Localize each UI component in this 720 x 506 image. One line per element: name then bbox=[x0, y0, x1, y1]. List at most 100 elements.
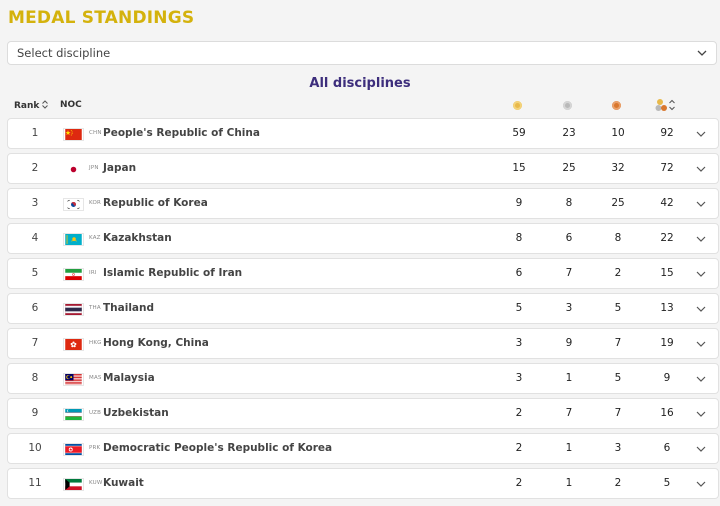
rank-cell: 6 bbox=[31, 302, 39, 314]
gold-count: 9 bbox=[515, 197, 523, 209]
bronze-count: 2 bbox=[614, 477, 622, 489]
chevron-down-icon[interactable] bbox=[696, 270, 706, 278]
flag-jpn-icon bbox=[63, 163, 84, 176]
rank-cell: 5 bbox=[31, 267, 39, 279]
total-count: 16 bbox=[660, 407, 674, 419]
silver-count: 3 bbox=[565, 302, 573, 314]
silver-count: 25 bbox=[562, 162, 576, 174]
noc-code: IRI bbox=[89, 270, 97, 276]
gold-count: 3 bbox=[515, 337, 523, 349]
section-title: All disciplines bbox=[309, 76, 411, 91]
table-row[interactable]: 9 UZB Uzbekistan 2 7 7 16 bbox=[7, 398, 719, 429]
sort-icon bbox=[42, 100, 49, 109]
chevron-down-icon[interactable] bbox=[696, 375, 706, 383]
gold-count: 2 bbox=[515, 442, 523, 454]
standings-list: 1 CHN People's Republic of China 59 23 1… bbox=[7, 118, 719, 503]
silver-count: 1 bbox=[565, 442, 573, 454]
table-row[interactable]: 6 THA Thailand 5 3 5 13 bbox=[7, 293, 719, 324]
total-count: 72 bbox=[660, 162, 674, 174]
noc-header: NOC bbox=[60, 100, 82, 110]
noc-code: KUW bbox=[89, 480, 103, 486]
table-row[interactable]: 3 KOR Republic of Korea 9 8 25 42 bbox=[7, 188, 719, 219]
chevron-down-icon[interactable] bbox=[696, 130, 706, 138]
noc-code: CHN bbox=[89, 130, 102, 136]
bronze-count: 5 bbox=[614, 372, 622, 384]
silver-medal-icon bbox=[563, 101, 572, 110]
total-count: 15 bbox=[660, 267, 674, 279]
bronze-count: 2 bbox=[614, 267, 622, 279]
rank-sort-header[interactable]: Rank bbox=[14, 100, 49, 111]
rank-cell: 3 bbox=[31, 197, 39, 209]
gold-count: 2 bbox=[515, 407, 523, 419]
bronze-count: 10 bbox=[611, 127, 625, 139]
country-name: Kazakhstan bbox=[103, 232, 172, 244]
silver-count: 1 bbox=[565, 372, 573, 384]
table-row[interactable]: 4 KAZ Kazakhstan 8 6 8 22 bbox=[7, 223, 719, 254]
discipline-select-value: Select discipline bbox=[17, 46, 111, 60]
bronze-count: 32 bbox=[611, 162, 625, 174]
noc-code: KAZ bbox=[89, 235, 101, 241]
gold-medal-icon bbox=[513, 101, 522, 110]
noc-code: PRK bbox=[89, 445, 101, 451]
table-row[interactable]: 11 KUW Kuwait 2 1 2 5 bbox=[7, 468, 719, 499]
gold-count: 3 bbox=[515, 372, 523, 384]
total-medals-sort-icon[interactable] bbox=[655, 98, 677, 112]
chevron-down-icon[interactable] bbox=[696, 410, 706, 418]
total-count: 9 bbox=[663, 372, 671, 384]
discipline-select[interactable]: Select discipline bbox=[7, 41, 717, 65]
flag-kuw-icon bbox=[63, 478, 84, 491]
flag-kaz-icon bbox=[63, 233, 84, 246]
rank-header-label: Rank bbox=[14, 101, 40, 111]
table-row[interactable]: 8 MAS Malaysia 3 1 5 9 bbox=[7, 363, 719, 394]
total-count: 6 bbox=[663, 442, 671, 454]
silver-count: 23 bbox=[562, 127, 576, 139]
noc-code: KOR bbox=[89, 200, 102, 206]
flag-prk-icon bbox=[63, 443, 84, 456]
total-count: 13 bbox=[660, 302, 674, 314]
table-row[interactable]: 7 HKG Hong Kong, China 3 9 7 19 bbox=[7, 328, 719, 359]
chevron-down-icon[interactable] bbox=[696, 445, 706, 453]
gold-count: 2 bbox=[515, 477, 523, 489]
bronze-count: 3 bbox=[614, 442, 622, 454]
country-name: Republic of Korea bbox=[103, 197, 208, 209]
country-name: Hong Kong, China bbox=[103, 337, 209, 349]
table-row[interactable]: 1 CHN People's Republic of China 59 23 1… bbox=[7, 118, 719, 149]
noc-code: THA bbox=[89, 305, 101, 311]
gold-count: 59 bbox=[512, 127, 526, 139]
silver-count: 6 bbox=[565, 232, 573, 244]
bronze-count: 7 bbox=[614, 337, 622, 349]
chevron-down-icon[interactable] bbox=[696, 480, 706, 488]
rank-cell: 4 bbox=[31, 232, 39, 244]
bronze-count: 25 bbox=[611, 197, 625, 209]
chevron-down-icon[interactable] bbox=[696, 340, 706, 348]
bronze-count: 5 bbox=[614, 302, 622, 314]
country-name: Uzbekistan bbox=[103, 407, 169, 419]
silver-count: 7 bbox=[565, 267, 573, 279]
country-name: Thailand bbox=[103, 302, 154, 314]
chevron-down-icon[interactable] bbox=[696, 235, 706, 243]
chevron-down-icon[interactable] bbox=[696, 165, 706, 173]
flag-hkg-icon bbox=[63, 338, 84, 351]
silver-count: 1 bbox=[565, 477, 573, 489]
chevron-down-icon[interactable] bbox=[696, 200, 706, 208]
noc-code: UZB bbox=[89, 410, 102, 416]
rank-cell: 11 bbox=[28, 477, 42, 489]
total-count: 5 bbox=[663, 477, 671, 489]
country-name: Kuwait bbox=[103, 477, 144, 489]
chevron-down-icon[interactable] bbox=[696, 305, 706, 313]
total-count: 42 bbox=[660, 197, 674, 209]
table-row[interactable]: 2 JPN Japan 15 25 32 72 bbox=[7, 153, 719, 184]
table-row[interactable]: 10 PRK Democratic People's Republic of K… bbox=[7, 433, 719, 464]
gold-count: 8 bbox=[515, 232, 523, 244]
noc-code: MAS bbox=[89, 375, 102, 381]
table-header: Rank NOC bbox=[0, 96, 720, 116]
country-name: Japan bbox=[103, 162, 137, 174]
flag-mas-icon bbox=[63, 373, 84, 386]
table-row[interactable]: 5 IRI Islamic Republic of Iran 6 7 2 15 bbox=[7, 258, 719, 289]
rank-cell: 10 bbox=[28, 442, 42, 454]
chevron-down-icon bbox=[697, 50, 707, 56]
flag-kor-icon bbox=[63, 198, 84, 211]
rank-cell: 1 bbox=[31, 127, 39, 139]
total-count: 92 bbox=[660, 127, 674, 139]
bronze-medal-icon bbox=[612, 101, 621, 110]
